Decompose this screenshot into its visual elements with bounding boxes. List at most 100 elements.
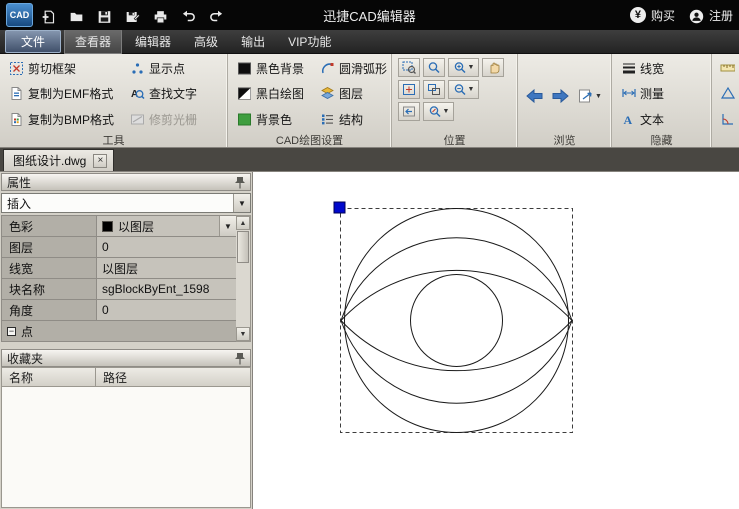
zoom-window-button[interactable]: [398, 58, 420, 77]
scroll-track[interactable]: [236, 230, 250, 327]
document-tab[interactable]: 图纸设计.dwg ×: [3, 149, 114, 171]
ribbon-group-browse: ▼ 浏览: [518, 54, 612, 147]
zoom-scale-button[interactable]: ▼: [423, 102, 454, 121]
copy-emf-button[interactable]: 复制为EMF格式: [6, 83, 117, 105]
yen-coin-icon: ¥: [630, 7, 646, 23]
text-label: 文本: [640, 111, 664, 128]
ribbon-group-hide: 线宽 测量 A 文本 隐藏: [612, 54, 712, 147]
previous-view-button[interactable]: [398, 102, 420, 121]
register-button[interactable]: 注册: [689, 7, 733, 24]
property-row-layer[interactable]: 图层 0: [2, 237, 236, 258]
copy-emf-label: 复制为EMF格式: [28, 85, 113, 102]
zoom-out-button[interactable]: ▼: [448, 80, 479, 99]
buy-button[interactable]: ¥ 购买: [630, 7, 675, 24]
find-text-icon: A: [130, 86, 145, 101]
partial-tool-1-button[interactable]: [717, 57, 738, 79]
line-width-button[interactable]: 线宽: [618, 57, 667, 79]
redo-button[interactable]: [204, 3, 229, 27]
cut-frame-button[interactable]: 剪切框架: [6, 57, 117, 79]
property-grid: 色彩 以图层 ▼ 图层 0 线宽 以图层 块名称 sg: [1, 215, 236, 342]
outer-lens: [341, 238, 572, 403]
show-points-button[interactable]: 显示点: [127, 57, 200, 79]
partial-tool-2-button[interactable]: [717, 83, 738, 105]
close-tab-button[interactable]: ×: [93, 154, 107, 168]
titlebar: CAD 迅捷CAD编辑器 ¥ 购买 注册: [0, 0, 739, 30]
zoom-selection-button[interactable]: [423, 80, 445, 99]
property-row-blockname[interactable]: 块名称 sgBlockByEnt_1598: [2, 279, 236, 300]
file-menu-button[interactable]: 文件: [5, 30, 61, 53]
property-row-linewidth[interactable]: 线宽 以图层: [2, 258, 236, 279]
bw-drawing-button[interactable]: 黑白绘图: [234, 83, 307, 105]
insert-dropdown-arrow-icon[interactable]: ▼: [233, 194, 250, 212]
copy-bmp-label: 复制为BMP格式: [28, 111, 114, 128]
print-button[interactable]: [148, 3, 173, 27]
ribbon-group-position: ▼ ▼ ▼ 位置: [392, 54, 518, 147]
go-to-view-caret-icon: ▼: [595, 93, 602, 100]
insert-dropdown-value: 插入: [7, 195, 31, 212]
forward-arrow-icon: [551, 88, 571, 104]
tab-advanced[interactable]: 高级: [184, 30, 228, 53]
new-file-button[interactable]: [36, 3, 61, 27]
tab-vip[interactable]: VIP功能: [278, 30, 341, 53]
structure-button[interactable]: 结构: [317, 108, 390, 130]
zoom-dynamic-button[interactable]: [423, 58, 445, 77]
favorites-list[interactable]: [1, 387, 251, 508]
open-folder-icon: [69, 8, 84, 23]
property-grid-scrollbar[interactable]: ▲ ▼: [236, 215, 251, 342]
selection-grip-handle[interactable]: [334, 202, 345, 213]
smooth-arc-button[interactable]: 圆滑弧形: [317, 57, 390, 79]
measure-button[interactable]: 测量: [618, 83, 667, 105]
pan-button[interactable]: [482, 58, 504, 77]
background-color-label: 背景色: [256, 111, 292, 128]
property-section-point[interactable]: − 点: [2, 321, 236, 342]
background-color-button[interactable]: 背景色: [234, 108, 307, 130]
trim-raster-button[interactable]: 修剪光栅: [127, 108, 200, 130]
pan-hand-icon: [487, 61, 500, 74]
scroll-up-icon[interactable]: ▲: [236, 216, 250, 230]
undo-button[interactable]: [176, 3, 201, 27]
trim-raster-icon: [130, 112, 145, 127]
tab-viewer[interactable]: 查看器: [64, 29, 122, 54]
ribbon-group-tools: 剪切框架 复制为EMF格式 复制为BMP格式 显示点 A 查找: [0, 54, 228, 147]
text-button[interactable]: A 文本: [618, 108, 667, 130]
pin-icon[interactable]: [235, 352, 245, 365]
pin-icon[interactable]: [235, 176, 245, 189]
scroll-thumb[interactable]: [237, 231, 249, 263]
partial-tool-3-icon: [720, 112, 735, 127]
insert-dropdown[interactable]: 插入 ▼: [1, 193, 251, 213]
favorites-column-name[interactable]: 名称: [1, 367, 96, 387]
find-text-button[interactable]: A 查找文字: [127, 83, 200, 105]
color-value: 以图层: [118, 218, 154, 235]
zoom-extents-button[interactable]: [398, 80, 420, 99]
black-background-button[interactable]: 黑色背景: [234, 57, 307, 79]
property-row-angle[interactable]: 角度 0: [2, 300, 236, 321]
group-label-tools: 工具: [0, 132, 227, 147]
scroll-down-icon[interactable]: ▼: [236, 327, 250, 341]
left-panel: 属性 插入 ▼ 色彩 以图层 ▼ 图层 0: [0, 172, 253, 509]
property-row-color[interactable]: 色彩 以图层 ▼: [2, 216, 236, 237]
zoom-in-button[interactable]: ▼: [448, 58, 479, 77]
properties-panel-header: 属性: [1, 173, 251, 191]
layers-button[interactable]: 图层: [317, 83, 390, 105]
open-file-button[interactable]: [64, 3, 89, 27]
favorites-column-path[interactable]: 路径: [96, 367, 251, 387]
zoom-selection-icon: [427, 83, 441, 96]
forward-button[interactable]: [551, 88, 571, 104]
collapse-section-icon[interactable]: −: [7, 327, 16, 336]
color-dropdown-arrow-icon[interactable]: ▼: [219, 216, 236, 236]
go-to-view-button[interactable]: ▼: [578, 88, 602, 104]
tab-editor[interactable]: 编辑器: [125, 30, 181, 53]
previous-view-icon: [402, 105, 416, 118]
group-label-partial: [712, 132, 739, 147]
svg-text:A: A: [131, 89, 138, 100]
partial-tool-3-button[interactable]: [717, 108, 738, 130]
new-file-icon: [41, 8, 56, 23]
drawing-canvas[interactable]: [253, 172, 739, 509]
redo-icon: [209, 8, 224, 23]
zoom-in-caret-icon: ▼: [468, 64, 475, 71]
copy-bmp-button[interactable]: 复制为BMP格式: [6, 108, 117, 130]
save-as-button[interactable]: [120, 3, 145, 27]
back-button[interactable]: [524, 88, 544, 104]
save-button[interactable]: [92, 3, 117, 27]
tab-output[interactable]: 输出: [231, 30, 275, 53]
